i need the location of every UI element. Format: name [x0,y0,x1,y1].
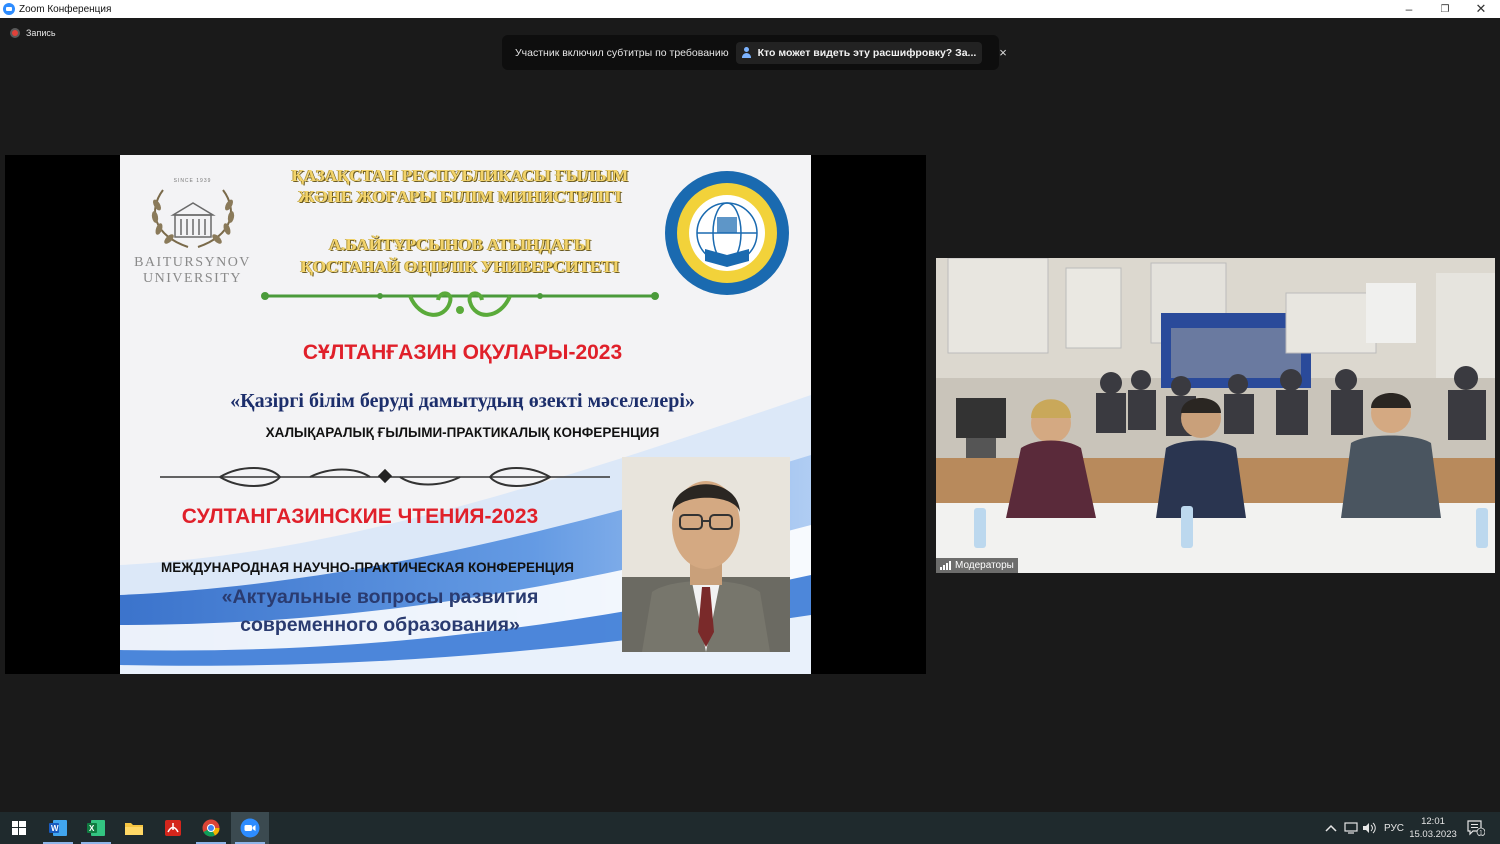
baitursynov-university-logo: SINCE 1939 BAITURSYNOV UNIVERSITY [130,175,255,310]
captions-notification: Участник включил субтитры по требованию … [502,35,1007,70]
ru-conference-subtitle: «Актуальные вопросы развития современног… [180,583,580,639]
svg-text:W: W [51,824,59,833]
notifications-icon: 1 [1467,820,1485,836]
taskbar-zoom[interactable] [231,812,269,844]
start-button[interactable] [0,812,38,844]
participant-video[interactable]: Модераторы [936,258,1495,573]
svg-text:X: X [89,824,95,833]
clock-date: 15.03.2023 [1409,829,1457,840]
recording-label: Запись [26,28,56,38]
kz-conference-type: ХАЛЫҚАРАЛЫҚ ҒЫЛЫМИ-ПРАКТИКАЛЫҚ КОНФЕРЕНЦ… [265,425,660,440]
conference-room-video-frame [936,258,1495,573]
windows-taskbar: W X РУС 12:01 15.03.2023 1 [0,812,1500,844]
ru-conference-type: МЕЖДУНАРОДНАЯ НАУЧНО-ПРАКТИЧЕСКАЯ КОНФЕР… [161,560,574,575]
action-center-button[interactable]: 1 [1467,812,1485,844]
file-explorer-icon [125,823,143,835]
close-window-button[interactable]: ✕ [1463,0,1499,18]
taskbar-chrome[interactable] [192,812,230,844]
uni-line2: ҚОСТАНАЙ ӨҢІРЛІК УНИВЕРСИТЕТІ [300,257,620,276]
notification-message: Участник включил субтитры по требованию [515,46,729,59]
windows-start-icon [12,821,26,835]
kz-readings-title: СҰЛТАНҒАЗИН ОҚУЛАРЫ-2023 [302,341,623,364]
excel-icon: X [87,820,105,836]
zoom-app-icon [3,3,15,15]
recording-indicator[interactable]: Запись [10,28,56,38]
participant-name: Модераторы [955,560,1014,571]
logo-since-text: SINCE 1939 [173,178,212,184]
word-icon: W [49,820,67,836]
network-status[interactable] [1344,812,1358,844]
notification-close-button[interactable]: × [999,45,1007,60]
input-language[interactable]: РУС [1384,812,1404,844]
laurel-emblem-icon [151,189,234,248]
network-icon [1344,822,1358,834]
transcript-visibility-text: Кто может видеть эту расшифровку? За... [757,46,977,59]
window-titlebar: Zoom Конференция – ❐ ✕ [0,0,1500,18]
ru-readings-title: СУЛТАНГАЗИНСКИЕ ЧТЕНИЯ-2023 [181,505,539,528]
transcript-visibility-link[interactable]: Кто может видеть эту расшифровку? За... [735,41,983,64]
university-name-line1: BAITURSYNOV [134,255,251,270]
black-ornament [160,467,610,487]
acrobat-icon [165,820,181,836]
taskbar-acrobat[interactable] [154,812,192,844]
record-icon [10,28,20,38]
taskbar-excel[interactable]: X [77,812,115,844]
ministry-line2: ЖӘНЕ ЖОҒАРЫ БІЛІМ МИНИСТРЛІГІ [298,187,622,206]
clock-time: 12:01 [1421,816,1445,827]
ministry-line1: ҚАЗАҚСТАН РЕСПУБЛИКАСЫ ҒЫЛЫМ [291,166,629,185]
signal-strength-icon [940,561,951,570]
window-title: Zoom Конференция [19,3,112,15]
taskbar-file-explorer[interactable] [115,812,153,844]
restore-button[interactable]: ❐ [1427,0,1463,18]
zoom-icon [240,818,260,838]
uni-line1: А.БАЙТҰРСЫНОВ АТЫНДАҒЫ [329,235,591,254]
shared-screen: SINCE 1939 BAITURSYNOV UNIVERSITY ҚАЗАҚС… [5,155,926,674]
ru-subtitle-line2: современного образования» [240,614,520,636]
participant-name-label: Модераторы [936,558,1018,573]
pedagogical-institute-logo [665,171,789,295]
ministry-heading: ҚАЗАҚСТАН РЕСПУБЛИКАСЫ ҒЫЛЫМ ЖӘНЕ ЖОҒАРЫ… [260,165,660,207]
system-clock[interactable]: 12:01 15.03.2023 [1408,815,1458,841]
speaker-icon [1363,822,1376,834]
minimize-button[interactable]: – [1391,0,1427,18]
presentation-slide: SINCE 1939 BAITURSYNOV UNIVERSITY ҚАЗАҚС… [120,155,811,674]
portrait-photo [622,457,790,652]
show-hidden-icons-button[interactable] [1325,812,1337,844]
chrome-icon [202,819,220,837]
chevron-up-icon [1325,824,1337,832]
kz-conference-subtitle: «Қазіргі білім беруді дамытудың өзекті м… [230,390,695,412]
ru-subtitle-line1: «Актуальные вопросы развития [221,586,539,608]
university-name-line2: UNIVERSITY [143,271,242,286]
volume-control[interactable] [1362,812,1376,844]
university-heading: А.БАЙТҰРСЫНОВ АТЫНДАҒЫ ҚОСТАНАЙ ӨҢІРЛІК … [260,234,660,278]
taskbar-word[interactable]: W [39,812,77,844]
person-icon [741,47,753,58]
green-ornament [261,291,659,317]
